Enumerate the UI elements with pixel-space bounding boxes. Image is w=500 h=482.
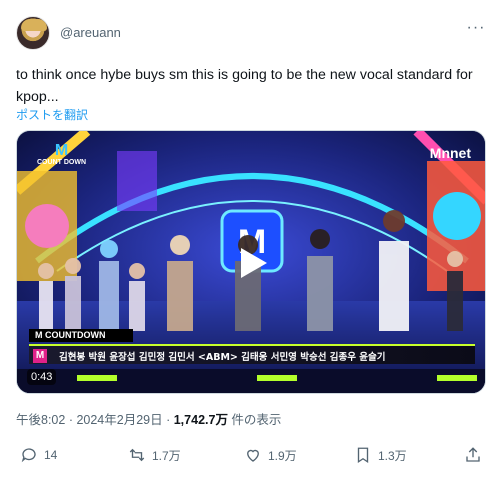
bookmark-count: 1.3万 <box>378 448 407 463</box>
user-handle[interactable]: @areuann <box>60 25 121 40</box>
repost-button[interactable]: 1.7万 <box>128 446 181 464</box>
tweet-date[interactable]: 2024年2月29日 <box>76 413 162 427</box>
tweet-meta: 午後8:02 · 2024年2月29日 · 1,742.7万 件の表示 <box>16 409 281 428</box>
bookmark-button[interactable]: 1.3万 <box>354 446 407 464</box>
play-button[interactable] <box>233 244 271 282</box>
video-player[interactable]: M M COUNT DOWN Mnnet M COUNTDOWN M <box>16 130 486 394</box>
translate-post-link[interactable]: ポストを翻訳 <box>16 106 88 123</box>
more-icon: ··· <box>466 19 486 36</box>
tweet-time[interactable]: 午後8:02 <box>16 413 65 427</box>
reply-count: 14 <box>44 448 58 462</box>
meta-separator: · <box>162 413 174 427</box>
repost-icon <box>129 448 145 462</box>
reply-button[interactable]: 14 <box>20 446 57 464</box>
repost-count: 1.7万 <box>152 448 181 463</box>
bookmark-icon <box>357 447 369 464</box>
share-icon <box>466 447 480 462</box>
view-count: 1,742.7万 <box>173 413 228 427</box>
tweet-header: @areuann ··· <box>16 16 488 52</box>
avatar[interactable] <box>16 16 50 50</box>
tweet-actions: 14 1.7万 1.9万 1.3万 <box>16 446 490 472</box>
channel-logo: Mnnet <box>429 145 471 161</box>
show-logo: M COUNT DOWN <box>37 142 86 167</box>
lower-third-title: M COUNTDOWN <box>29 329 133 342</box>
broadcast-lower-third: M COUNTDOWN M 김현봉 박원 윤장섭 김민정 김민서 <ABM> 김… <box>17 329 485 365</box>
video-duration: 0:43 <box>27 369 57 385</box>
like-icon <box>247 449 259 462</box>
play-icon <box>241 248 267 278</box>
lower-third-names: 김현봉 박원 윤장섭 김민정 김민서 <ABM> 김태웅 서민영 박승선 김종우… <box>59 352 386 363</box>
like-button[interactable]: 1.9万 <box>244 446 297 464</box>
like-count: 1.9万 <box>268 448 297 463</box>
reply-icon <box>21 448 36 463</box>
lower-third-logo: M <box>33 349 47 363</box>
share-button[interactable] <box>464 446 482 464</box>
lower-third-bar: M 김현봉 박원 윤장섭 김민정 김민서 <ABM> 김태웅 서민영 박승선 김… <box>29 344 475 364</box>
view-label: 件の表示 <box>227 413 282 427</box>
meta-separator: · <box>65 413 77 427</box>
tweet-text: to think once hybe buys sm this is going… <box>16 67 473 105</box>
more-options-button[interactable]: ··· <box>466 18 486 38</box>
